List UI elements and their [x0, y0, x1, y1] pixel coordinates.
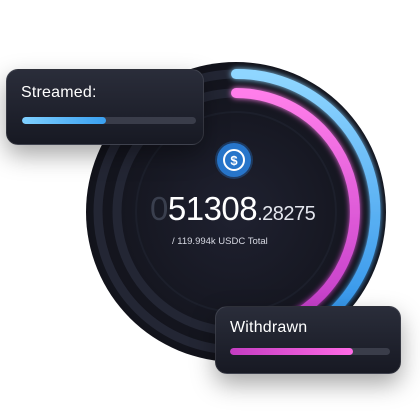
total-label: / 119.994k USDC Total	[172, 236, 268, 247]
withdrawn-label: Withdrawn	[230, 319, 308, 336]
amount-integer: 51308	[167, 190, 258, 227]
amount-decimal: .28275	[257, 203, 316, 225]
withdrawn-progress-fill	[230, 348, 354, 355]
streamed-label: Streamed:	[21, 84, 97, 101]
withdrawn-progress-track	[230, 348, 390, 355]
streamed-progress-fill	[22, 117, 106, 124]
dollar-sign-icon: $	[223, 149, 245, 171]
stream-widget: $ 051308.28275 / 119.994k USDC Total Str…	[0, 0, 420, 420]
usdc-icon: $	[217, 143, 251, 177]
amount-leading-digit: 0	[150, 190, 168, 227]
withdrawn-card: Withdrawn	[215, 306, 401, 374]
streamed-progress-track	[22, 117, 196, 124]
streamed-card: Streamed:	[6, 69, 204, 145]
streamed-amount: 051308.28275	[150, 190, 330, 233]
